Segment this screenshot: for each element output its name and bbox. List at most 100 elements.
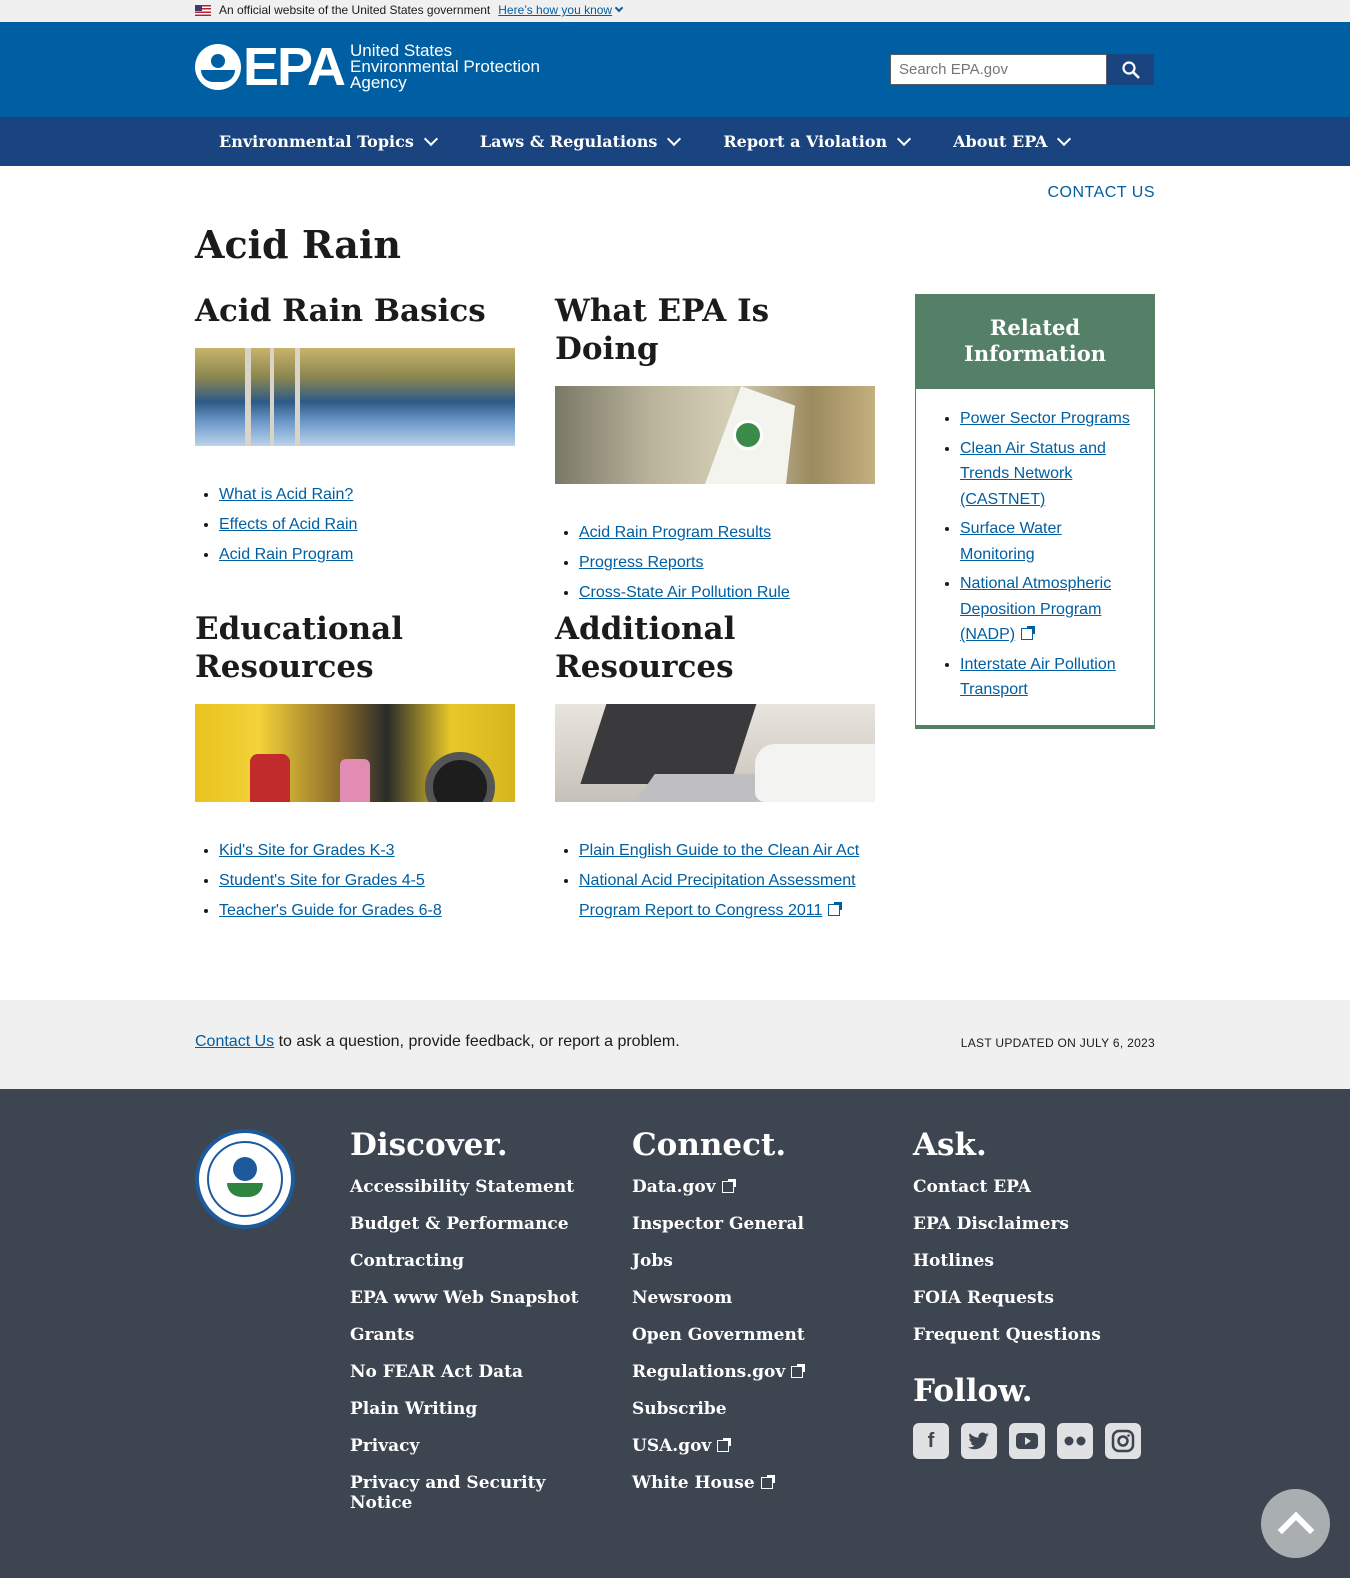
lake-image — [195, 348, 515, 446]
program-results-link[interactable]: Acid Rain Program Results — [579, 524, 771, 541]
chevron-down-icon — [897, 131, 912, 146]
footer-connect: Connect. Data.gov Inspector General Jobs… — [632, 1127, 872, 1510]
list-item: Interstate Air Pollution Transport — [960, 652, 1140, 703]
list-item: Kid's Site for Grades K-3 — [219, 836, 515, 866]
section-title: Additional Resources — [555, 611, 736, 685]
web-snapshot-link[interactable]: EPA www Web Snapshot — [350, 1288, 590, 1308]
frequent-questions-link[interactable]: Frequent Questions — [913, 1325, 1153, 1345]
data-gov-link[interactable]: Data.gov — [632, 1177, 872, 1197]
acid-rain-program-link[interactable]: Acid Rain Program — [219, 546, 353, 563]
teachers-guide-link[interactable]: Teacher's Guide for Grades 6-8 — [219, 902, 442, 919]
epa-logo[interactable]: EPA United States Environmental Protecti… — [195, 37, 540, 97]
banner-text: An official website of the United States… — [219, 3, 491, 17]
back-to-top-button[interactable] — [1261, 1489, 1330, 1558]
open-government-link[interactable]: Open Government — [632, 1325, 872, 1345]
chevron-down-icon — [667, 131, 682, 146]
progress-reports-link[interactable]: Progress Reports — [579, 554, 704, 571]
search-form — [890, 54, 1154, 85]
newsroom-link[interactable]: Newsroom — [632, 1288, 872, 1308]
section-what-epa-is-doing: What EPA Is Doing Acid Rain Program Resu… — [555, 292, 875, 608]
power-sector-link[interactable]: Power Sector Programs — [960, 410, 1130, 427]
interstate-transport-link[interactable]: Interstate Air Pollution Transport — [960, 656, 1116, 699]
flickr-icon[interactable] — [1057, 1423, 1093, 1459]
budget-link[interactable]: Budget & Performance — [350, 1214, 590, 1234]
external-link-icon — [721, 1179, 736, 1193]
epa-seal-icon — [195, 1129, 295, 1229]
last-updated: LAST UPDATED ON JULY 6, 2023 — [960, 1036, 1155, 1050]
subscribe-link[interactable]: Subscribe — [632, 1399, 872, 1419]
external-link-icon — [791, 1364, 806, 1378]
section-title: Educational Resources — [195, 611, 403, 685]
section-title: What EPA Is Doing — [555, 293, 770, 367]
related-information-box: Related Information Power Sector Program… — [915, 294, 1155, 729]
no-fear-link[interactable]: No FEAR Act Data — [350, 1362, 590, 1382]
us-flag-icon — [195, 4, 211, 16]
chevron-up-icon — [1277, 1511, 1314, 1548]
chevron-down-icon — [423, 131, 438, 146]
what-is-acid-rain-link[interactable]: What is Acid Rain? — [219, 486, 353, 503]
section-educational-resources: Educational Resources Kid's Site for Gra… — [195, 610, 515, 926]
hotlines-link[interactable]: Hotlines — [913, 1251, 1153, 1271]
instagram-icon[interactable] — [1105, 1423, 1141, 1459]
contact-epa-link[interactable]: Contact EPA — [913, 1177, 1153, 1197]
foia-link[interactable]: FOIA Requests — [913, 1288, 1153, 1308]
list-item: Power Sector Programs — [960, 406, 1140, 432]
students-site-link[interactable]: Student's Site for Grades 4-5 — [219, 872, 425, 889]
nadp-link[interactable]: National Atmospheric Deposition Program … — [960, 575, 1111, 643]
inspector-general-link[interactable]: Inspector General — [632, 1214, 872, 1234]
cross-state-rule-link[interactable]: Cross-State Air Pollution Rule — [579, 584, 790, 601]
chevron-down-icon — [1057, 131, 1072, 146]
plain-writing-link[interactable]: Plain Writing — [350, 1399, 590, 1419]
twitter-icon[interactable] — [961, 1423, 997, 1459]
usa-gov-link[interactable]: USA.gov — [632, 1436, 872, 1456]
external-link-icon — [760, 1475, 775, 1489]
search-input[interactable] — [890, 54, 1107, 85]
link-list: What is Acid Rain? Effects of Acid Rain … — [195, 480, 515, 570]
epa-building-image — [555, 386, 875, 484]
disclaimers-link[interactable]: EPA Disclaimers — [913, 1214, 1153, 1234]
contact-band: Contact Us to ask a question, provide fe… — [0, 1000, 1350, 1089]
site-footer: Discover. Accessibility Statement Budget… — [0, 1089, 1350, 1578]
footer-heading: Discover. — [350, 1127, 508, 1163]
contact-us-footer-link[interactable]: Contact Us — [195, 1033, 274, 1050]
grants-link[interactable]: Grants — [350, 1325, 590, 1345]
heres-how-you-know-link[interactable]: Here’s how you know — [498, 3, 624, 17]
section-title: Acid Rain Basics — [195, 293, 486, 329]
list-item: Surface Water Monitoring — [960, 516, 1140, 567]
regulations-gov-link[interactable]: Regulations.gov — [632, 1362, 872, 1382]
facebook-icon[interactable]: f — [913, 1423, 949, 1459]
effects-of-acid-rain-link[interactable]: Effects of Acid Rain — [219, 516, 357, 533]
external-link-icon — [828, 902, 843, 916]
privacy-security-link[interactable]: Privacy and Security Notice — [350, 1473, 590, 1513]
nav-about-epa[interactable]: About EPA — [953, 131, 1072, 151]
kids-site-link[interactable]: Kid's Site for Grades K-3 — [219, 842, 395, 859]
search-icon — [1121, 60, 1140, 79]
school-bus-image — [195, 704, 515, 802]
section-acid-rain-basics: Acid Rain Basics What is Acid Rain? Effe… — [195, 292, 515, 570]
search-button[interactable] — [1107, 54, 1154, 85]
nav-environmental-topics[interactable]: Environmental Topics — [219, 131, 438, 151]
privacy-link[interactable]: Privacy — [350, 1436, 590, 1456]
napap-report-link[interactable]: National Acid Precipitation Assessment P… — [579, 872, 856, 919]
related-link-list: Power Sector Programs Clean Air Status a… — [916, 389, 1154, 703]
plain-english-guide-link[interactable]: Plain English Guide to the Clean Air Act — [579, 842, 859, 859]
contact-text: to ask a question, provide feedback, or … — [274, 1033, 680, 1050]
castnet-link[interactable]: Clean Air Status and Trends Network (CAS… — [960, 440, 1106, 508]
laptop-image — [555, 704, 875, 802]
link-list: Kid's Site for Grades K-3 Student's Site… — [195, 836, 515, 926]
jobs-link[interactable]: Jobs — [632, 1251, 872, 1271]
site-header: EPA United States Environmental Protecti… — [0, 22, 1350, 117]
nav-report-violation[interactable]: Report a Violation — [723, 131, 912, 151]
link-list: Acid Rain Program Results Progress Repor… — [555, 518, 875, 608]
white-house-link[interactable]: White House — [632, 1473, 872, 1493]
accessibility-link[interactable]: Accessibility Statement — [350, 1177, 590, 1197]
list-item: Cross-State Air Pollution Rule — [579, 578, 875, 608]
external-link-icon — [717, 1438, 732, 1452]
chevron-down-icon — [614, 3, 624, 13]
surface-water-link[interactable]: Surface Water Monitoring — [960, 520, 1062, 563]
contracting-link[interactable]: Contracting — [350, 1251, 590, 1271]
youtube-icon[interactable] — [1009, 1423, 1045, 1459]
contact-us-link[interactable]: CONTACT US — [1047, 184, 1155, 202]
nav-laws-regulations[interactable]: Laws & Regulations — [480, 131, 682, 151]
logo-abbrev: EPA — [243, 37, 346, 97]
